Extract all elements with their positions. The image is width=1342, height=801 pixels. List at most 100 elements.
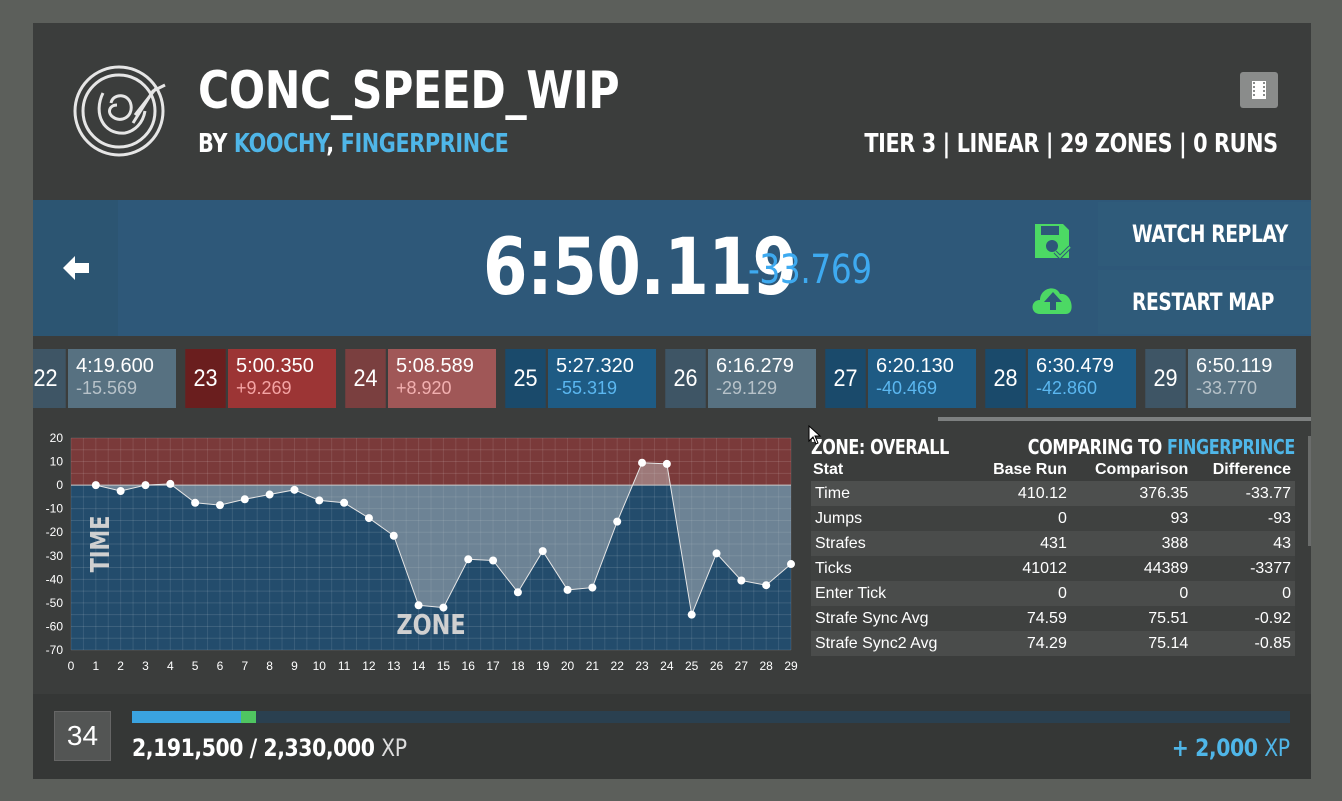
zone-number: 23 (185, 349, 226, 408)
col-base-run: Base Run (993, 461, 1067, 478)
x-tick-label: 5 (192, 659, 199, 673)
author-separator: , (326, 129, 334, 159)
run-stats-panel: ZONE: OVERALL COMPARING TO FINGERPRINCE … (811, 433, 1295, 656)
zone-split-24[interactable]: 24 5:08.589 +8.920 (343, 349, 496, 408)
table-row: Strafe Sync2 Avg 74.29 75.14 -0.85 (811, 631, 1295, 656)
table-row: Strafe Sync Avg 74.59 75.51 -0.92 (811, 606, 1295, 631)
data-point (538, 547, 547, 556)
stat-name: Strafe Sync Avg (815, 609, 929, 627)
xp-current: 2,191,500 (132, 734, 244, 762)
x-tick-label: 16 (462, 659, 476, 673)
data-point (464, 555, 473, 564)
zone-time: 6:20.130 (876, 355, 954, 377)
back-button[interactable] (33, 200, 118, 336)
zone-split-23[interactable]: 23 5:00.350 +9.269 (183, 349, 336, 408)
x-tick-label: 6 (217, 659, 224, 673)
zone-split-25[interactable]: 25 5:27.320 -55.319 (503, 349, 656, 408)
stat-base: 41012 (1022, 559, 1067, 577)
final-time-diff: -33.769 (748, 247, 872, 293)
data-point (389, 531, 398, 540)
stat-comparison: 0 (1179, 584, 1189, 602)
zone-split-29[interactable]: 29 6:50.119 -33.770 (1143, 349, 1296, 408)
data-point (662, 459, 671, 468)
y-tick-label: -40 (46, 572, 64, 586)
x-tick-label: 22 (611, 659, 625, 673)
stat-comparison: 376.35 (1139, 484, 1189, 502)
data-point (315, 496, 324, 505)
watch-replay-button[interactable]: WATCH REPLAY (1098, 202, 1311, 266)
x-tick-label: 2 (117, 659, 124, 673)
level-badge: 34 (54, 711, 111, 761)
stat-name: Strafe Sync2 Avg (815, 634, 938, 652)
x-axis-label: ZONE (396, 607, 465, 640)
stat-name: Strafes (815, 534, 866, 552)
zone-number: 29 (1145, 349, 1186, 408)
restart-map-button[interactable]: RESTART MAP (1098, 270, 1311, 334)
x-tick-label: 14 (412, 659, 426, 673)
data-point (613, 517, 622, 526)
data-point (762, 581, 771, 590)
x-tick-label: 7 (241, 659, 248, 673)
film-icon[interactable] (1240, 72, 1278, 108)
xp-separator: / (249, 734, 257, 762)
zone-diff: -29.129 (716, 378, 778, 398)
cloud-upload-icon[interactable] (1028, 280, 1078, 316)
stats-scrollbar[interactable] (1308, 436, 1311, 546)
data-point (364, 514, 373, 523)
x-tick-label: 11 (338, 659, 351, 673)
comparing-name[interactable]: FINGERPRINCE (1167, 435, 1295, 459)
comparing-prefix: COMPARING TO (1027, 435, 1162, 459)
data-point (166, 479, 175, 488)
map-info: TIER 3 | LINEAR | 29 ZONES | 0 RUNS (864, 129, 1279, 159)
zone-label[interactable]: ZONE: OVERALL (811, 435, 949, 459)
data-point (215, 501, 224, 510)
zone-split-27[interactable]: 27 6:20.130 -40.469 (823, 349, 976, 408)
xp-total: 2,330,000 (263, 734, 375, 762)
stat-comparison: 44389 (1143, 559, 1189, 577)
col-comparison: Comparison (1094, 461, 1189, 478)
data-point (116, 487, 125, 495)
x-tick-label: 3 (142, 659, 149, 673)
save-icon[interactable] (1033, 222, 1071, 260)
data-point (787, 560, 795, 569)
x-tick-label: 10 (313, 659, 327, 673)
zone-time: 5:08.589 (396, 355, 474, 377)
stat-difference: -0.85 (1254, 634, 1291, 652)
x-tick-label: 1 (92, 659, 99, 673)
stat-name: Enter Tick (815, 584, 887, 602)
by-prefix: BY (198, 129, 227, 159)
stat-name: Jumps (815, 509, 863, 527)
y-tick-label: 20 (50, 431, 64, 445)
zone-number: 24 (345, 349, 386, 408)
xp-amount: 2,191,500 / 2,330,000 XP (132, 734, 407, 762)
stat-comparison: 388 (1161, 534, 1189, 552)
map-authors: BY KOOCHY, FINGERPRINCE (198, 128, 509, 160)
stat-name: Ticks (815, 559, 852, 577)
x-tick-label: 4 (167, 659, 174, 673)
xp-gain-fill (240, 711, 256, 723)
zone-split-26[interactable]: 26 6:16.279 -29.129 (663, 349, 816, 408)
data-point (91, 481, 100, 490)
zone-split-28[interactable]: 28 6:30.479 -42.860 (983, 349, 1136, 408)
xp-gain: + 2,000 XP (1172, 734, 1290, 762)
zone-time: 4:19.600 (76, 355, 154, 377)
zone-diff: +9.269 (236, 378, 292, 398)
zone-split-22[interactable]: 22 4:19.600 -15.569 (33, 349, 176, 408)
data-point (588, 583, 597, 592)
stat-base: 74.59 (1026, 609, 1067, 627)
x-tick-label: 12 (362, 659, 376, 673)
data-point (290, 485, 299, 494)
data-point (563, 585, 572, 594)
xp-progress-fill (132, 711, 241, 723)
x-tick-label: 20 (561, 659, 575, 673)
xp-gain-unit: XP (1264, 734, 1291, 762)
table-row: Strafes 431 388 43 (811, 531, 1295, 556)
stat-base: 0 (1057, 509, 1067, 527)
run-result-bar: 6:50.119 -33.769 WATCH REPLAY RESTART MA… (33, 200, 1311, 336)
author-link-0[interactable]: KOOCHY (234, 129, 327, 159)
x-tick-label: 25 (685, 659, 699, 673)
author-link-1[interactable]: FINGERPRINCE (341, 129, 509, 159)
zone-scrollbar[interactable] (938, 417, 1311, 421)
zone-time: 5:00.350 (236, 355, 314, 377)
x-tick-label: 18 (511, 659, 525, 673)
